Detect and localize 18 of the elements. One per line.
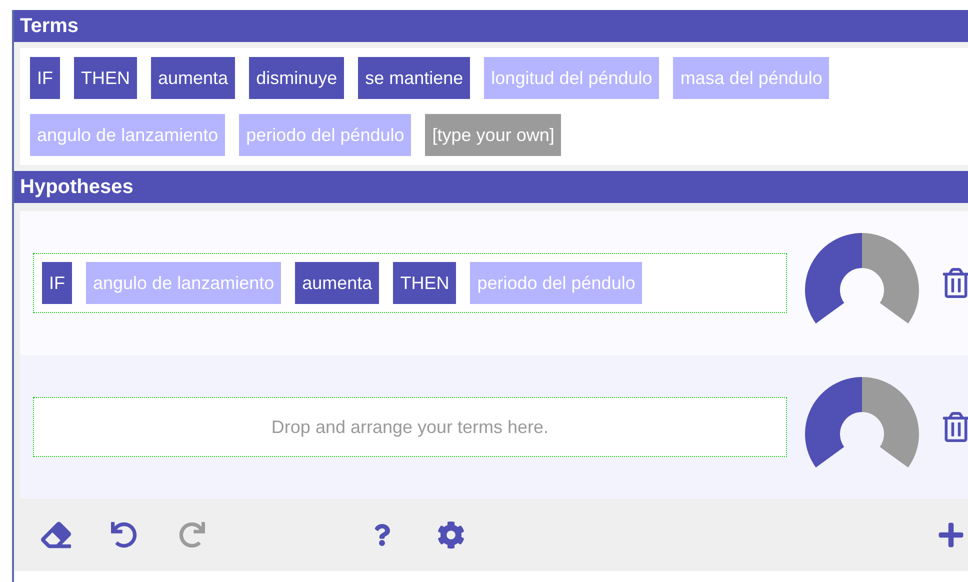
delete-icon[interactable] bbox=[941, 268, 968, 298]
terms-header: Terms bbox=[14, 10, 968, 42]
term-chip[interactable]: disminuye bbox=[249, 57, 344, 99]
term-chip[interactable]: aumenta bbox=[295, 262, 380, 304]
drop-zone-placeholder: Drop and arrange your terms here. bbox=[270, 416, 550, 439]
undo-icon[interactable] bbox=[111, 522, 137, 548]
drop-zone[interactable]: IF angulo de lanzamiento aumenta THEN periodo del péndulo bbox=[33, 253, 787, 313]
settings-icon[interactable] bbox=[437, 521, 465, 549]
term-chip[interactable]: IF bbox=[30, 57, 60, 99]
term-chip[interactable]: se mantiene bbox=[358, 57, 470, 99]
hypotheses-header: Hypotheses bbox=[14, 171, 968, 203]
eraser-icon[interactable] bbox=[41, 520, 71, 550]
term-chip[interactable]: aumenta bbox=[151, 57, 236, 99]
term-chip[interactable]: IF bbox=[42, 262, 72, 304]
delete-icon[interactable] bbox=[941, 412, 968, 442]
add-icon[interactable] bbox=[937, 521, 965, 549]
term-chip[interactable]: THEN bbox=[74, 57, 137, 99]
term-chip[interactable]: THEN bbox=[393, 262, 456, 304]
